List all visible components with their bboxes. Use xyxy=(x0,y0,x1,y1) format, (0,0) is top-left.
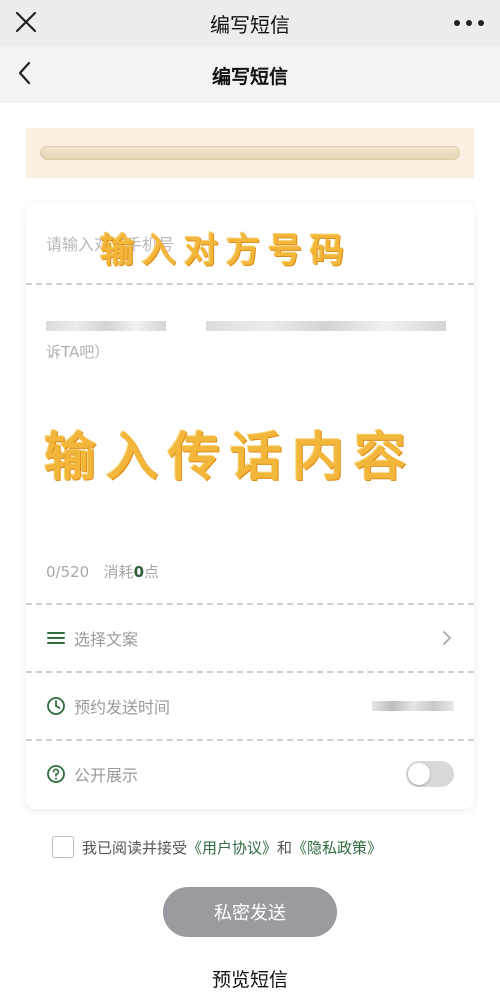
back-icon[interactable] xyxy=(12,59,40,87)
blurred-text xyxy=(206,321,446,331)
privacy-policy-link[interactable]: 《隐私政策》 xyxy=(292,837,382,858)
top-bar: 编写短信 xyxy=(0,0,500,47)
select-template-row[interactable]: 选择文案 xyxy=(26,605,474,671)
banner xyxy=(26,128,474,178)
send-button[interactable]: 私密发送 xyxy=(163,887,337,937)
user-agreement-link[interactable]: 《用户协议》 xyxy=(187,837,277,858)
preview-link[interactable]: 预览短信 xyxy=(0,965,500,992)
agreement: 我已阅读并接受 《用户协议》 和 《隐私政策》 xyxy=(52,836,382,858)
chevron-right-icon xyxy=(443,631,452,645)
public-toggle[interactable] xyxy=(406,761,454,787)
toggle-knob xyxy=(408,763,430,785)
cost-prefix: 消耗 xyxy=(103,563,134,581)
close-icon[interactable] xyxy=(10,6,42,38)
page-header: 编写短信 xyxy=(0,47,500,103)
counter-value: 0/520 xyxy=(46,563,90,581)
char-counter: 0/520 消耗0点 xyxy=(46,561,159,582)
list-icon xyxy=(47,632,65,644)
public-row: 公开展示 xyxy=(26,741,474,807)
main-content: 输入对方号码 诉TA吧） 输入传话内容 0/520 消耗0点 选择文案 xyxy=(0,103,500,993)
banner-bar xyxy=(40,146,460,160)
cost-unit: 点 xyxy=(144,563,160,581)
schedule-label: 预约发送时间 xyxy=(74,698,171,717)
page-title: 编写短信 xyxy=(211,65,288,88)
message-hint: 诉TA吧） xyxy=(46,343,110,361)
compose-card: 输入对方号码 诉TA吧） 输入传话内容 0/520 消耗0点 选择文案 xyxy=(26,203,474,809)
agreement-checkbox[interactable] xyxy=(52,836,74,858)
more-icon[interactable] xyxy=(452,13,486,33)
phone-overlay-text: 输入对方号码 xyxy=(100,231,352,271)
schedule-value-blurred xyxy=(372,701,454,711)
select-template-label: 选择文案 xyxy=(74,630,139,649)
window-title: 编写短信 xyxy=(210,13,290,37)
message-area: 诉TA吧） 输入传话内容 0/520 消耗0点 xyxy=(26,285,474,603)
agreement-prefix: 我已阅读并接受 xyxy=(82,838,188,857)
phone-row: 输入对方号码 xyxy=(26,203,474,283)
clock-icon xyxy=(47,697,65,715)
agreement-and: 和 xyxy=(277,838,293,857)
question-icon xyxy=(47,765,65,783)
cost-number: 0 xyxy=(133,563,144,581)
public-label: 公开展示 xyxy=(74,766,139,785)
blurred-text xyxy=(46,321,166,331)
schedule-row[interactable]: 预约发送时间 xyxy=(26,673,474,739)
message-overlay-text: 输入传话内容 xyxy=(44,428,417,488)
